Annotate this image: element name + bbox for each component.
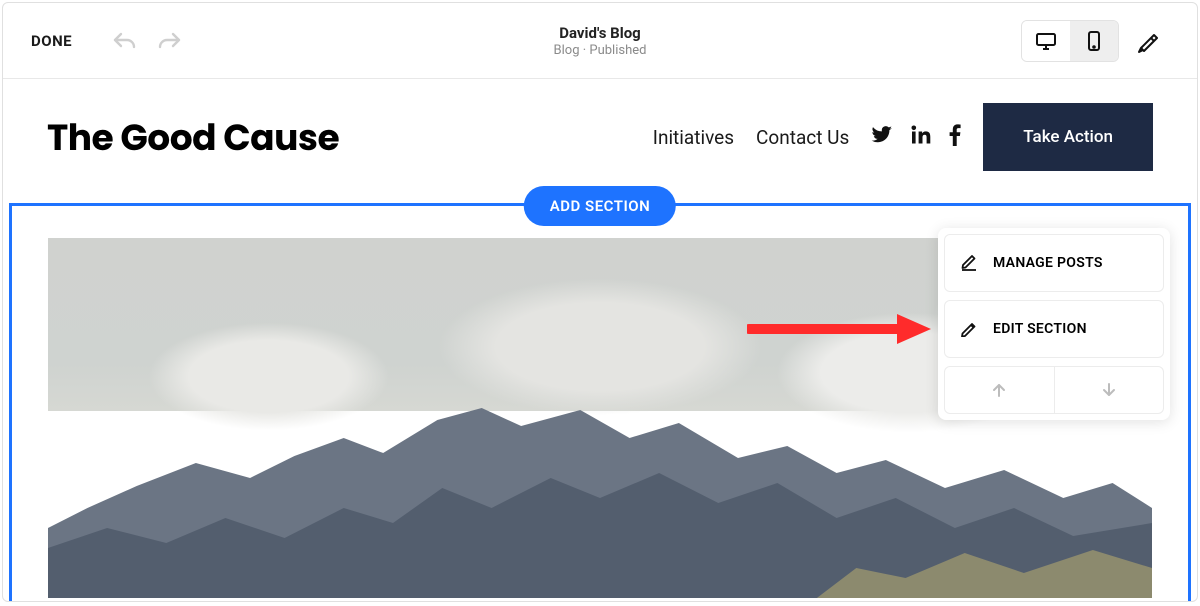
selected-section[interactable]: ADD SECTION MANAGE POSTS EDIT SECTION (9, 203, 1191, 602)
mobile-view-button[interactable] (1070, 21, 1118, 61)
manage-posts-button[interactable]: MANAGE POSTS (944, 234, 1164, 292)
add-section-button[interactable]: ADD SECTION (524, 186, 676, 226)
nav-link-contact[interactable]: Contact Us (756, 126, 849, 149)
page-title: David's Blog (554, 24, 647, 42)
manage-posts-label: MANAGE POSTS (993, 255, 1103, 271)
desktop-view-button[interactable] (1022, 21, 1070, 61)
nav-link-initiatives[interactable]: Initiatives (653, 126, 734, 149)
site-header: The Good Cause Initiatives Contact Us Ta… (3, 79, 1197, 203)
page-status: Blog · Published (554, 43, 647, 58)
editor-topbar: DONE David's Blog Blog · Published (3, 3, 1197, 79)
cta-button[interactable]: Take Action (983, 103, 1153, 171)
section-controls: MANAGE POSTS EDIT SECTION (938, 228, 1170, 420)
undo-icon[interactable] (112, 30, 138, 52)
edit-section-button[interactable]: EDIT SECTION (944, 300, 1164, 358)
move-up-button[interactable] (945, 367, 1055, 413)
twitter-icon[interactable] (871, 126, 893, 148)
facebook-icon[interactable] (949, 124, 961, 150)
site-title[interactable]: The Good Cause (47, 110, 339, 165)
edit-section-label: EDIT SECTION (993, 321, 1087, 337)
theme-brush-icon[interactable] (1129, 21, 1169, 61)
move-down-button[interactable] (1055, 367, 1164, 413)
linkedin-icon[interactable] (911, 125, 931, 149)
annotation-arrow-icon (747, 312, 931, 346)
page-title-block: David's Blog Blog · Published (554, 24, 647, 58)
done-button[interactable]: DONE (31, 32, 72, 50)
redo-icon[interactable] (156, 30, 182, 52)
pen-underline-icon (959, 251, 979, 275)
pencil-icon (959, 317, 979, 341)
device-toggle (1021, 20, 1119, 62)
